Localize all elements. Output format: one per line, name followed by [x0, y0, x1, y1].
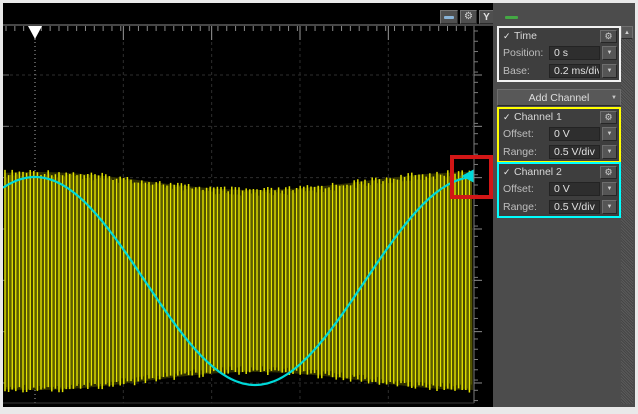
channel1-settings-button[interactable]: ⚙ [600, 111, 617, 124]
scope-plot-widget: ⚙ Y [3, 3, 493, 407]
time-section-title: Time [514, 30, 600, 42]
panel-collapse-handle[interactable] [505, 16, 518, 19]
channel2-range-dropdown[interactable]: ▼ [602, 200, 617, 214]
time-position-row: Position: 0 s ▼ [499, 44, 619, 62]
channel2-section-title: Channel 2 [514, 166, 600, 178]
channel1-range-dropdown[interactable]: ▼ [602, 145, 617, 159]
scroll-up-icon: ▲ [624, 30, 630, 36]
time-position-value[interactable]: 0 s [549, 46, 600, 60]
channel1-range-value[interactable]: 0.5 V/div [549, 145, 600, 159]
channel1-section-header: ✓ Channel 1 ⚙ [499, 109, 619, 125]
minimize-icon [444, 16, 454, 19]
chevron-down-icon: ▼ [607, 149, 613, 155]
channel1-enabled-checkbox[interactable]: ✓ [503, 112, 514, 123]
time-base-label: Base: [503, 65, 549, 77]
add-channel-button[interactable]: Add Channel ▼ [497, 89, 621, 106]
chevron-down-icon: ▼ [611, 95, 617, 101]
time-position-dropdown[interactable]: ▼ [602, 46, 617, 60]
channel2-section: ✓ Channel 2 ⚙ Offset: 0 V ▼ Range: 0.5 V… [497, 162, 621, 218]
channel2-offset-row: Offset: 0 V ▼ [499, 180, 619, 198]
chevron-down-icon: ▼ [607, 204, 613, 210]
channel1-range-row: Range: 0.5 V/div ▼ [499, 143, 619, 161]
panel-scrollbar[interactable]: ▲ [621, 26, 633, 404]
time-base-row: Base: 0.2 ms/div ▼ [499, 62, 619, 80]
gear-icon: ⚙ [604, 113, 612, 122]
channel2-settings-button[interactable]: ⚙ [600, 166, 617, 179]
time-settings-button[interactable]: ⚙ [600, 30, 617, 43]
channel1-section-title: Channel 1 [514, 111, 600, 123]
chevron-down-icon: ▼ [607, 186, 613, 192]
time-section: ✓ Time ⚙ Position: 0 s ▼ Base: 0.2 ms/di… [497, 26, 621, 82]
channel2-offset-value[interactable]: 0 V [549, 182, 600, 196]
time-enabled-checkbox[interactable]: ✓ [503, 31, 514, 42]
gear-icon: ⚙ [464, 12, 473, 22]
gear-icon: ⚙ [604, 32, 612, 41]
chevron-down-icon: ▼ [607, 131, 613, 137]
channel2-section-header: ✓ Channel 2 ⚙ [499, 164, 619, 180]
control-panel: ✓ Time ⚙ Position: 0 s ▼ Base: 0.2 ms/di… [493, 3, 635, 407]
chevron-down-icon: ▼ [607, 50, 613, 56]
channel2-range-value[interactable]: 0.5 V/div [549, 200, 600, 214]
chevron-down-icon: ▼ [607, 68, 613, 74]
app-window: ⚙ Y ✓ Time ⚙ Position: 0 s ▼ [0, 0, 638, 414]
time-base-dropdown[interactable]: ▼ [602, 64, 617, 78]
channel2-range-label: Range: [503, 201, 549, 213]
scope-canvas[interactable] [3, 3, 493, 407]
plot-settings-button[interactable]: ⚙ [460, 10, 477, 24]
channel1-offset-row: Offset: 0 V ▼ [499, 125, 619, 143]
channel2-enabled-checkbox[interactable]: ✓ [503, 167, 514, 178]
channel2-offset-dropdown[interactable]: ▼ [602, 182, 617, 196]
time-position-label: Position: [503, 47, 549, 59]
scroll-up-button[interactable]: ▲ [621, 26, 633, 39]
minimize-button[interactable] [440, 10, 458, 24]
channel1-range-label: Range: [503, 146, 549, 158]
gear-icon: ⚙ [604, 168, 612, 177]
channel1-offset-dropdown[interactable]: ▼ [602, 127, 617, 141]
channel1-section: ✓ Channel 1 ⚙ Offset: 0 V ▼ Range: 0.5 V… [497, 107, 621, 163]
time-base-value[interactable]: 0.2 ms/div [549, 64, 600, 78]
y-axis-button-label: Y [483, 12, 490, 23]
time-section-header: ✓ Time ⚙ [499, 28, 619, 44]
channel1-offset-value[interactable]: 0 V [549, 127, 600, 141]
channel1-offset-label: Offset: [503, 128, 549, 140]
add-channel-label: Add Channel [529, 92, 590, 104]
channel2-offset-label: Offset: [503, 183, 549, 195]
channel2-range-row: Range: 0.5 V/div ▼ [499, 198, 619, 216]
y-axis-button[interactable]: Y [479, 10, 494, 24]
